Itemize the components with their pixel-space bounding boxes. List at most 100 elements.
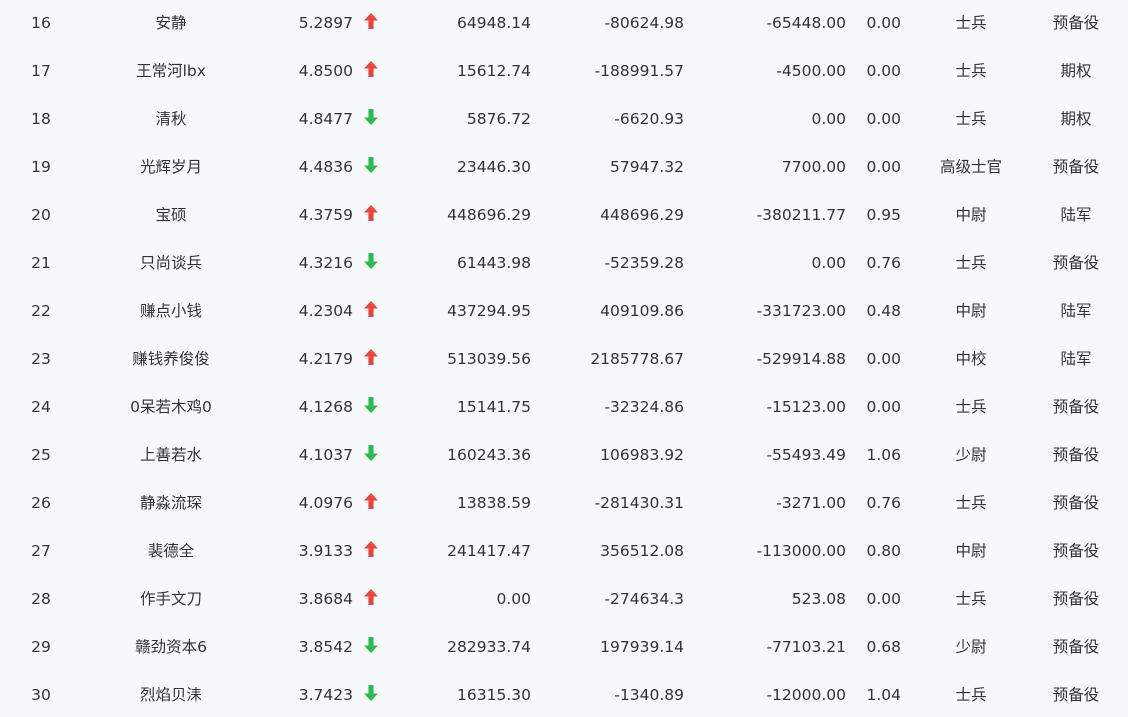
score-cell: 4.2304 [298,302,353,320]
rank-cell: 17 [31,62,51,80]
value-2-cell: 409109.86 [600,302,684,320]
account-type-cell: 预备役 [1052,494,1100,512]
account-type-cell: 预备役 [1052,542,1100,560]
ratio-cell: 0.00 [866,350,901,368]
value-3-cell: -4500.00 [776,62,846,80]
table-row[interactable]: 24 0呆若木鸡0 4.1268 15141.75 -32324.86 -15123.00… [0,383,1128,431]
score-cell: 4.3759 [298,206,353,224]
table-row[interactable]: 22 赚点小钱 4.2304 437294.95 409109.86 -331723.00… [0,287,1128,335]
table-row[interactable]: 30 烈焰贝洡 3.7423 16315.30 -1340.89 -12000.00 1.0… [0,671,1128,717]
table-row[interactable]: 19 光辉岁月 4.4836 23446.30 57947.32 7700.00 0.00 高… [0,143,1128,191]
value-2-cell: 356512.08 [600,542,684,560]
trader-name-cell: 静淼流琛 [139,494,202,512]
score-cell: 4.4836 [298,158,353,176]
arrow-down-icon [361,239,381,287]
score-cell: 4.8477 [298,110,353,128]
score-cell: 4.8500 [298,62,353,80]
account-type-cell: 预备役 [1052,158,1100,176]
table-row[interactable]: 20 宝硕 4.3759 448696.29 448696.29 -380211.77 0.… [0,191,1128,239]
score-cell: 4.1037 [298,446,353,464]
value-1-cell: 13838.59 [457,494,531,512]
value-3-cell: -55493.49 [766,446,846,464]
ratio-cell: 0.00 [866,158,901,176]
ratio-cell: 0.00 [866,14,901,32]
score-cell: 3.8684 [298,590,353,608]
arrow-down-icon [361,95,381,143]
score-cell: 3.9133 [298,542,353,560]
trader-name-cell: 光辉岁月 [139,158,202,176]
trader-name-cell: 安静 [155,14,187,32]
table-row[interactable]: 17 王常河lbx 4.8500 15612.74 -188991.57 -4500.00… [0,47,1128,95]
arrow-up-icon [361,335,381,383]
rank-cell: 27 [31,542,51,560]
account-type-cell: 预备役 [1052,590,1100,608]
value-1-cell: 15141.75 [457,398,531,416]
value-3-cell: 523.08 [791,590,846,608]
trader-name-cell: 清秋 [155,110,187,128]
ratio-cell: 1.06 [866,446,901,464]
military-rank-cell: 士兵 [955,590,987,608]
ratio-cell: 0.76 [866,254,901,272]
table-row[interactable]: 21 只尚谈兵 4.3216 61443.98 -52359.28 0.00 0.76 士兵 预… [0,239,1128,287]
military-rank-cell: 士兵 [955,62,987,80]
table-row[interactable]: 26 静淼流琛 4.0976 13838.59 -281430.31 -3271.00 0.… [0,479,1128,527]
value-2-cell: -281430.31 [594,494,684,512]
table-row[interactable]: 16 安静 5.2897 64948.14 -80624.98 -65448.00 0.00… [0,0,1128,47]
arrow-up-icon [361,527,381,575]
trader-name-cell: 烈焰贝洡 [139,686,202,704]
value-1-cell: 23446.30 [457,158,531,176]
value-3-cell: -380211.77 [756,206,846,224]
ratio-cell: 0.48 [866,302,901,320]
arrow-up-icon [361,47,381,95]
table-row[interactable]: 25 上善若水 4.1037 160243.36 106983.92 -55493.49 1… [0,431,1128,479]
military-rank-cell: 中尉 [955,542,987,560]
value-3-cell: -331723.00 [756,302,846,320]
rank-cell: 25 [31,446,51,464]
value-2-cell: 197939.14 [600,638,684,656]
rank-cell: 23 [31,350,51,368]
value-3-cell: -65448.00 [766,14,846,32]
trader-name-cell: 赚点小钱 [139,302,202,320]
table-row[interactable]: 28 作手文刀 3.8684 0.00 -274634.3 523.08 0.00 士兵 预备役 [0,575,1128,623]
table-row[interactable]: 27 裴德全 3.9133 241417.47 356512.08 -113000.00 0… [0,527,1128,575]
rank-cell: 28 [31,590,51,608]
arrow-down-icon [361,671,381,717]
military-rank-cell: 士兵 [955,14,987,32]
value-2-cell: -32324.86 [604,398,684,416]
rank-cell: 16 [31,14,51,32]
value-1-cell: 16315.30 [457,686,531,704]
account-type-cell: 预备役 [1052,446,1100,464]
value-1-cell: 15612.74 [457,62,531,80]
rank-cell: 19 [31,158,51,176]
table-row[interactable]: 29 赣劲资本6 3.8542 282933.74 197939.14 -77103.21… [0,623,1128,671]
value-1-cell: 61443.98 [457,254,531,272]
value-3-cell: -15123.00 [766,398,846,416]
military-rank-cell: 中尉 [955,206,987,224]
value-2-cell: 2185778.67 [590,350,684,368]
arrow-down-icon [361,623,381,671]
score-cell: 4.1268 [298,398,353,416]
rank-cell: 22 [31,302,51,320]
score-cell: 5.2897 [298,14,353,32]
military-rank-cell: 少尉 [955,638,987,656]
ratio-cell: 0.80 [866,542,901,560]
account-type-cell: 预备役 [1052,638,1100,656]
value-3-cell: -529914.88 [756,350,846,368]
score-cell: 4.2179 [298,350,353,368]
military-rank-cell: 中校 [955,350,987,368]
account-type-cell: 期权 [1060,110,1092,128]
table-row[interactable]: 18 清秋 4.8477 5876.72 -6620.93 0.00 0.00 士兵 期权 [0,95,1128,143]
rank-cell: 30 [31,686,51,704]
trader-name-cell: 上善若水 [139,446,202,464]
value-3-cell: 7700.00 [781,158,846,176]
value-2-cell: -274634.3 [604,590,684,608]
military-rank-cell: 士兵 [955,494,987,512]
trader-name-cell: 赣劲资本6 [135,638,207,656]
table-row[interactable]: 23 赚钱养俊俊 4.2179 513039.56 2185778.67 -529914.… [0,335,1128,383]
value-1-cell: 282933.74 [447,638,531,656]
value-1-cell: 5876.72 [466,110,531,128]
military-rank-cell: 士兵 [955,110,987,128]
military-rank-cell: 少尉 [955,446,987,464]
account-type-cell: 预备役 [1052,14,1100,32]
value-2-cell: -6620.93 [614,110,684,128]
